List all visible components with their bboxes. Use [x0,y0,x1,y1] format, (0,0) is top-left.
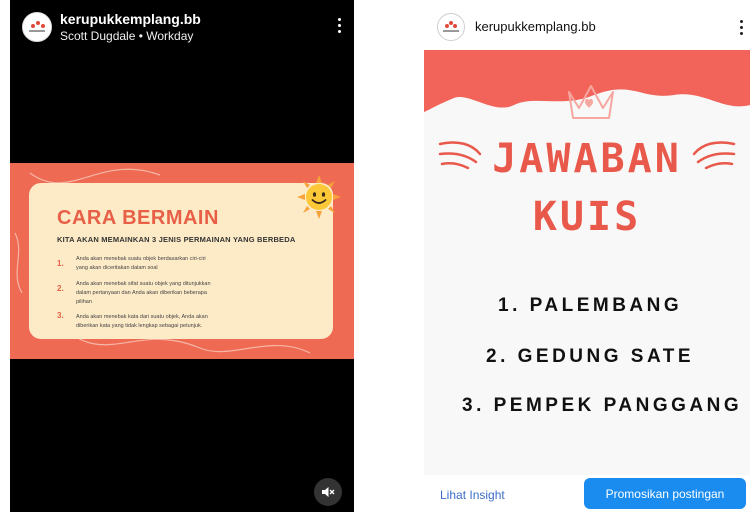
answer-item: 1. PALEMBANG [498,295,683,316]
reel-slide: CARA BERMAIN KITA AKAN MEMAINKAN 3 JENIS… [10,163,354,359]
speaker-muted-icon[interactable] [314,478,342,506]
step-number: 2. [57,284,64,293]
reel-viewer[interactable]: kerupukkemplang.bb Scott Dugdale • Workd… [10,0,354,512]
answer-item: 2. GEDUNG SATE [486,346,695,367]
post-footer: Lihat Insight Promosikan postingan [424,475,750,512]
post-image[interactable]: JAWABAN KUIS 1. PALEMBANG 2. GEDUNG SATE… [424,50,750,475]
post-username[interactable]: kerupukkemplang.bb [475,19,596,34]
more-vertical-icon[interactable] [338,18,342,36]
post-title-line1: JAWABAN [492,136,682,182]
smiling-sun-icon [297,175,341,219]
step-text: Anda akan menebak suatu objek berdasarka… [76,256,206,271]
slide-title: CARA BERMAIN [57,207,219,229]
step-number: 1. [57,259,64,268]
step-text: Anda akan menebak kata dari suatu objek,… [76,314,208,329]
profile-avatar[interactable] [22,12,52,42]
answer-item: 3. PEMPEK PANGGANG [462,395,743,416]
slide-subtitle: KITA AKAN MEMAINKAN 3 JENIS PERMAINAN YA… [57,235,296,244]
post-view: kerupukkemplang.bb JAWABAN KUIS 1. PALEM… [424,0,750,512]
step-text: Anda akan menebak sifat suatu objek yang… [76,281,211,305]
reel-header: kerupukkemplang.bb Scott Dugdale • Workd… [10,0,354,52]
reel-audio-label[interactable]: Scott Dugdale • Workday [60,29,193,43]
post-title-line2: KUIS [532,194,642,240]
reel-username[interactable]: kerupukkemplang.bb [60,11,201,27]
step-number: 3. [57,311,64,320]
promote-post-button[interactable]: Promosikan postingan [584,478,746,509]
rules-card: CARA BERMAIN KITA AKAN MEMAINKAN 3 JENIS… [29,183,333,339]
crown-icon [568,85,614,119]
more-vertical-icon[interactable] [740,20,744,38]
view-insights-link[interactable]: Lihat Insight [440,488,505,502]
profile-avatar[interactable] [437,13,465,41]
